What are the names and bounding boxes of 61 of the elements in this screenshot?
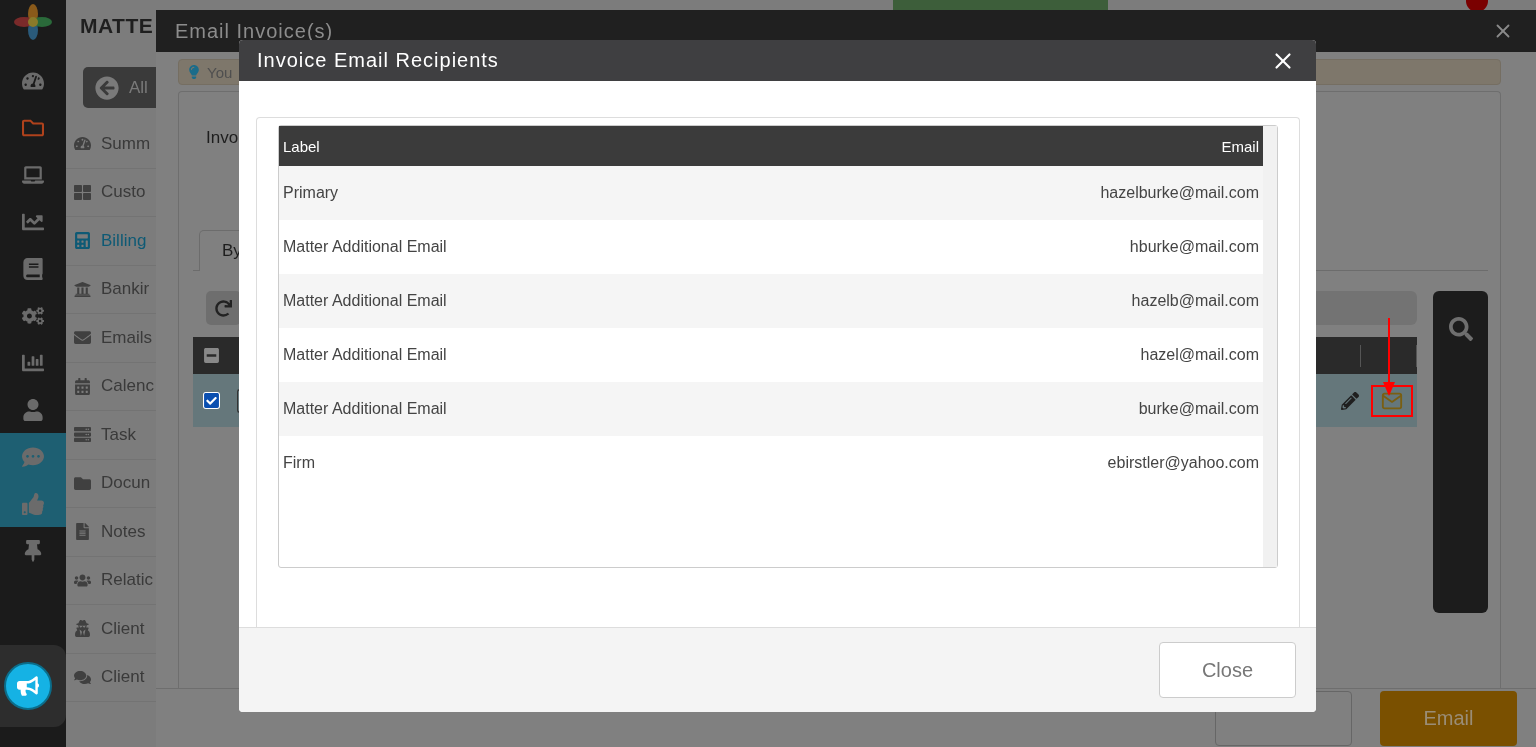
laptop-icon [22,163,44,186]
scrollbar-track[interactable] [1263,126,1277,567]
table-cell: ebirstler@yahoo.com [1107,454,1259,472]
logo-icon [13,2,53,42]
column-header: Label [283,137,320,155]
thumbs-up-icon [22,492,44,515]
table-cell: hburke@mail.com [1129,238,1259,256]
pencil-icon[interactable] [1341,391,1359,410]
nav-label: Client [101,667,145,688]
table-cell: hazelburke@mail.com [1100,184,1259,202]
envelope-icon [74,329,91,347]
user-icon [22,398,44,421]
document-icon [74,523,91,541]
nav-label: Docun [101,473,151,494]
gauge-icon [74,135,91,153]
search-icon[interactable] [1448,317,1473,341]
nav-label: Relatic [101,570,153,591]
table-cell: Matter Additional Email [283,400,447,418]
comment-icon [22,445,44,468]
table-cell: hazel@mail.com [1140,346,1259,364]
table-cell: Primary [283,184,339,202]
close-button[interactable]: Close [1159,642,1296,698]
back-arrow-icon [95,75,119,100]
row-checkbox[interactable] [203,392,220,409]
pin-icon [22,539,44,562]
nav-label: Custo [101,182,146,203]
table-cell: Matter Additional Email [283,292,447,310]
calendar-icon [74,377,91,395]
bank-icon [74,280,91,298]
book-icon [22,257,44,280]
table-cell: burke@mail.com [1138,400,1259,418]
field-label: Invo [206,128,239,148]
megaphone-button[interactable] [4,662,52,710]
dialog-title: Invoice Email Recipients [257,49,499,72]
gears-icon [22,304,44,327]
calculator-icon [74,232,91,250]
nav-label: Notes [101,521,146,542]
header-checkbox[interactable] [203,347,220,364]
nav-label: Summ [101,133,151,154]
nav-label: Client [101,618,145,639]
chat-icon [74,668,91,686]
grid-icon [74,183,91,201]
table-cell: hazelb@mail.com [1131,292,1259,310]
nav-label: Task [101,424,136,445]
page-title: MATTE [80,14,154,38]
list-icon [74,426,91,444]
nav-label: Emails [101,327,152,348]
table-cell: Firm [283,454,315,472]
table-cell: Matter Additional Email [283,346,447,364]
refresh-button[interactable] [206,291,241,325]
dialog-title: Email Invoice(s) [175,19,334,43]
nav-label: Bankir [101,279,150,300]
nav-label: Calenc [101,376,154,397]
email-button[interactable]: Email [1380,690,1517,746]
megaphone-icon [17,675,39,697]
column-header: Email [1221,137,1259,155]
lightbulb-icon [187,65,201,79]
nav-label: Billing [101,230,147,251]
table-cell: Matter Additional Email [283,238,447,256]
folder-icon [74,474,91,492]
refresh-icon [215,299,232,317]
